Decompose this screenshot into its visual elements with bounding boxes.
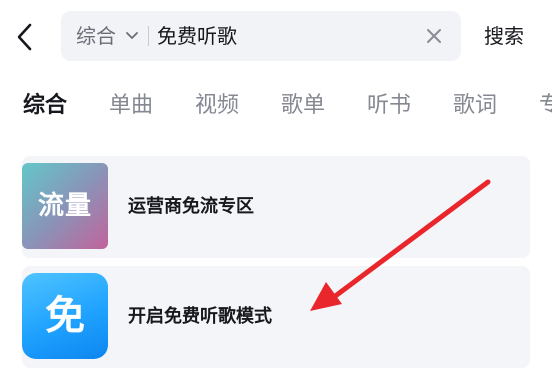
- result-title: 运营商免流专区: [128, 196, 254, 217]
- search-bar[interactable]: 综合 免费听歌: [61, 11, 461, 61]
- close-icon[interactable]: [425, 27, 443, 45]
- tab-songs[interactable]: 单曲: [109, 84, 153, 128]
- result-title: 开启免费听歌模式: [128, 306, 272, 327]
- tab-videos[interactable]: 视频: [195, 84, 239, 128]
- search-divider: [148, 26, 149, 46]
- tab-all[interactable]: 综合: [23, 84, 67, 128]
- tab-audiobooks[interactable]: 听书: [367, 84, 411, 128]
- chevron-down-icon[interactable]: [125, 31, 139, 41]
- search-results-page: 综合 免费听歌 搜索 综合 单曲 视频 歌单 听书 歌词 专 流量 运营商免流专…: [0, 0, 552, 386]
- result-card-traffic-zone[interactable]: 流量 运营商免流专区: [22, 156, 530, 258]
- search-scope-selector[interactable]: 综合: [76, 11, 116, 61]
- result-card-free-listening[interactable]: 免 开启免费听歌模式: [22, 266, 530, 368]
- chevron-left-icon[interactable]: [12, 20, 38, 54]
- tab-special[interactable]: 专: [539, 84, 552, 128]
- tab-playlists[interactable]: 歌单: [281, 84, 325, 128]
- search-input[interactable]: 免费听歌: [157, 11, 237, 61]
- tab-lyrics[interactable]: 歌词: [453, 84, 497, 128]
- free-icon-text: 免: [45, 293, 85, 339]
- free-mode-icon: 免: [22, 273, 108, 359]
- search-button[interactable]: 搜索: [484, 11, 524, 61]
- traffic-zone-icon: 流量: [22, 163, 108, 249]
- traffic-icon-text: 流量: [37, 191, 92, 221]
